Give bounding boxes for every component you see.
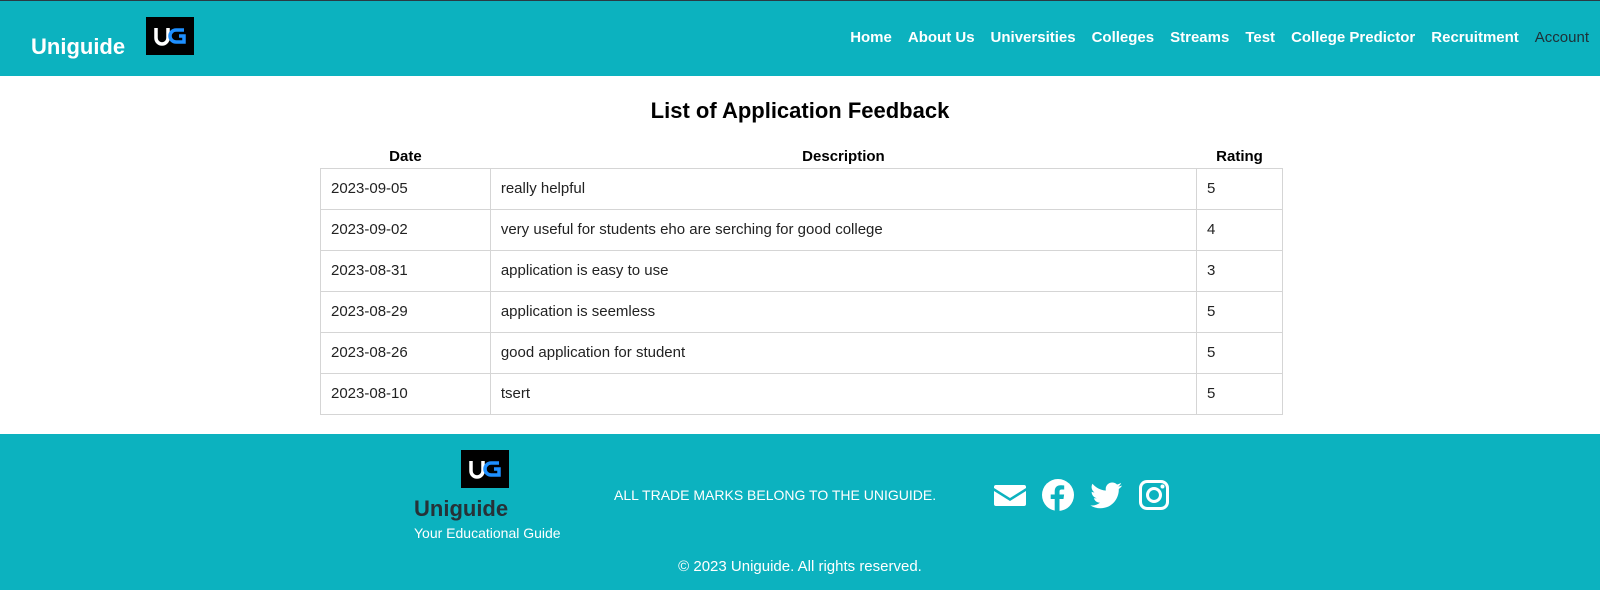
cell-description: really helpful — [489, 167, 1198, 210]
table-header-row: Date Description Rating — [321, 146, 1283, 168]
nav-account[interactable]: Account — [1535, 29, 1589, 46]
twitter-icon[interactable] — [1089, 478, 1123, 512]
brand-name[interactable]: Uniguide — [31, 34, 125, 60]
column-header-rating: Rating — [1216, 148, 1263, 166]
cell-rating: 5 — [1196, 331, 1283, 374]
cell-description: tsert — [489, 372, 1198, 415]
cell-rating: 5 — [1196, 372, 1283, 415]
nav-about-us[interactable]: About Us — [908, 29, 975, 46]
table-row: 2023-08-29 application is seemless 5 — [320, 290, 1283, 333]
cell-date: 2023-08-29 — [320, 290, 491, 333]
ug-logo-icon — [469, 461, 501, 479]
cell-description: application is seemless — [489, 290, 1198, 333]
footer-logo — [461, 450, 509, 488]
table-row: 2023-09-05 really helpful 5 — [320, 167, 1283, 210]
cell-date: 2023-09-05 — [320, 167, 491, 210]
main-nav: Home About Us Universities Colleges Stre… — [834, 29, 1589, 46]
uniguide-logo[interactable] — [146, 17, 194, 55]
cell-description: very useful for students eho are serchin… — [489, 208, 1198, 251]
table-row: 2023-09-02 very useful for students eho … — [320, 208, 1283, 251]
trademark-notice: ALL TRADE MARKS BELONG TO THE UNIGUIDE. — [614, 487, 937, 503]
nav-universities[interactable]: Universities — [991, 29, 1076, 46]
column-header-date: Date — [389, 148, 422, 166]
instagram-icon[interactable] — [1137, 478, 1171, 512]
cell-date: 2023-09-02 — [320, 208, 491, 251]
nav-college-predictor[interactable]: College Predictor — [1291, 29, 1415, 46]
social-links — [993, 478, 1185, 512]
nav-test[interactable]: Test — [1245, 29, 1275, 46]
cell-date: 2023-08-31 — [320, 249, 491, 292]
footer: Uniguide Your Educational Guide ALL TRAD… — [0, 434, 1600, 590]
feedback-table: Date Description Rating 2023-09-05 reall… — [320, 146, 1283, 415]
facebook-icon[interactable] — [1041, 478, 1075, 512]
cell-description: application is easy to use — [489, 249, 1198, 292]
cell-date: 2023-08-26 — [320, 331, 491, 374]
table-row: 2023-08-10 tsert 5 — [320, 372, 1283, 415]
top-navbar: Uniguide Home About Us Universities Coll… — [0, 0, 1600, 76]
nav-home[interactable]: Home — [850, 29, 892, 46]
cell-date: 2023-08-10 — [320, 372, 491, 415]
page-title: List of Application Feedback — [650, 98, 950, 123]
envelope-icon[interactable] — [993, 478, 1027, 512]
column-header-description: Description — [802, 148, 885, 166]
cell-rating: 5 — [1196, 167, 1283, 210]
copyright-text: © 2023 Uniguide. All rights reserved. — [678, 558, 922, 575]
footer-tagline: Your Educational Guide — [414, 525, 561, 541]
nav-streams[interactable]: Streams — [1170, 29, 1229, 46]
table-row: 2023-08-31 application is easy to use 3 — [320, 249, 1283, 292]
ug-logo-icon — [154, 28, 186, 46]
table-row: 2023-08-26 good application for student … — [320, 331, 1283, 374]
footer-brand-name: Uniguide — [414, 496, 509, 521]
cell-rating: 4 — [1196, 208, 1283, 251]
cell-rating: 5 — [1196, 290, 1283, 333]
nav-recruitment[interactable]: Recruitment — [1431, 29, 1519, 46]
cell-rating: 3 — [1196, 249, 1283, 292]
nav-colleges[interactable]: Colleges — [1092, 29, 1155, 46]
cell-description: good application for student — [489, 331, 1198, 374]
